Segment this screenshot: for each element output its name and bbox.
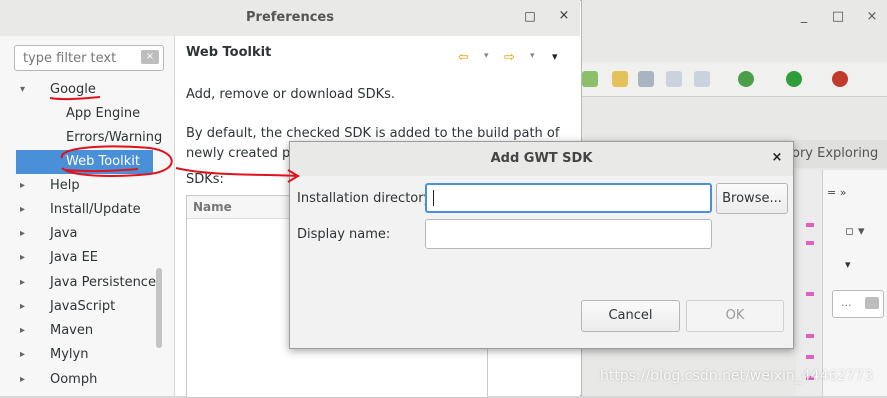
minimize-icon[interactable]: _ — [794, 9, 814, 24]
ok-button[interactable]: OK — [686, 300, 784, 332]
toolbar-pen-icon[interactable] — [612, 71, 628, 87]
installation-directory-label: Installation directory: — [297, 191, 435, 206]
tree-item-mylyn[interactable]: ▸ Mylyn — [0, 343, 155, 367]
tree-item-app-engine[interactable]: App Engine — [0, 102, 155, 126]
collapsed-arrow-icon[interactable]: ▸ — [20, 271, 32, 295]
gwt-dialog-title: Add GWT SDK — [490, 151, 593, 166]
page-title: Web Toolkit — [186, 45, 272, 60]
eclipse-titlebar: _ □ × — [580, 0, 887, 38]
tree-item-javascript[interactable]: ▸ JavaScript — [0, 295, 155, 319]
perspective-tab-label[interactable]: ory Exploring — [792, 146, 878, 161]
chevron-down-icon[interactable]: ▾ — [845, 258, 851, 271]
collapsed-arrow-icon[interactable]: ▸ — [20, 343, 32, 367]
back-dropdown-icon[interactable]: ▾ — [484, 51, 489, 61]
collapsed-arrow-icon[interactable]: ▸ — [20, 295, 32, 319]
tree-item-help[interactable]: ▸ Help — [0, 174, 155, 198]
collapsed-arrow-icon[interactable]: ▸ — [20, 319, 32, 343]
page-menu-icon[interactable]: ▾ — [552, 50, 558, 63]
ruler-marker — [806, 241, 814, 245]
toolbar-run-icon[interactable] — [786, 71, 802, 87]
ruler-marker — [806, 292, 814, 296]
expanded-arrow-icon[interactable]: ▾ — [20, 78, 32, 102]
toolbar-debug-icon[interactable] — [738, 71, 754, 87]
view-menu-icon[interactable]: = » — [827, 186, 846, 199]
sdks-label: SDKs: — [186, 172, 224, 187]
tree-scrollbar[interactable] — [156, 268, 162, 348]
maximize-icon[interactable]: □ — [522, 9, 538, 23]
column-header-name[interactable]: Name — [193, 200, 232, 214]
tree-item-java-persistence[interactable]: ▸ Java Persistence — [0, 271, 156, 295]
eclipse-overview-ruler — [796, 170, 822, 396]
forward-dropdown-icon[interactable]: ▾ — [530, 51, 535, 61]
clear-filter-icon[interactable]: × — [141, 50, 159, 64]
toolbar-view-icon[interactable] — [666, 71, 682, 87]
tree-item-errors-warning[interactable]: Errors/Warning — [0, 126, 162, 150]
display-name-field[interactable] — [425, 219, 712, 249]
collapsed-arrow-icon[interactable]: ▸ — [20, 174, 32, 198]
toolbar-paragraph-icon[interactable] — [694, 71, 710, 87]
browse-button[interactable]: Browse... — [716, 183, 788, 214]
tree-item-java-ee[interactable]: ▸ Java EE — [0, 246, 155, 270]
toolbar-link-icon[interactable] — [638, 71, 654, 87]
page-description: Add, remove or download SDKs. — [186, 87, 396, 102]
display-name-label: Display name: — [297, 227, 391, 242]
collapsed-arrow-icon[interactable]: ▸ — [20, 222, 32, 246]
toolbar-external-tools-icon[interactable] — [832, 71, 848, 87]
clear-icon[interactable] — [865, 297, 879, 309]
ruler-marker — [806, 334, 814, 338]
maximize-icon[interactable]: □ — [828, 9, 848, 24]
collapsed-arrow-icon[interactable]: ▸ — [20, 246, 32, 270]
eclipse-outline-pane: = » ▫ ▾ ▾ — [822, 170, 887, 396]
new-item-icon[interactable]: ▫ ▾ — [845, 224, 864, 239]
toolbar-refresh-icon[interactable] — [582, 71, 598, 87]
tree-item-web-toolkit[interactable]: Web Toolkit — [16, 150, 153, 174]
eclipse-toolbar — [580, 62, 887, 97]
close-icon[interactable]: × — [768, 150, 786, 165]
close-icon[interactable]: × — [556, 8, 572, 23]
ruler-marker — [806, 355, 814, 359]
forward-icon[interactable]: ⇨ — [504, 50, 515, 65]
ruler-marker — [806, 223, 814, 227]
tree-item-maven[interactable]: ▸ Maven — [0, 319, 155, 343]
tree-item-java[interactable]: ▸ Java — [0, 222, 155, 246]
close-icon[interactable]: × — [862, 9, 882, 24]
watermark: https://blog.csdn.net/weixin_44462773 — [600, 368, 874, 384]
outline-filter-input[interactable]: ... — [832, 290, 884, 318]
tree-item-install-update[interactable]: ▸ Install/Update — [0, 198, 155, 222]
preferences-title: Preferences — [246, 10, 334, 25]
tree-item-google[interactable]: ▾ Google — [0, 78, 155, 102]
tree-item-oomph[interactable]: ▸ Oomph — [0, 368, 155, 392]
collapsed-arrow-icon[interactable]: ▸ — [20, 198, 32, 222]
installation-directory-field[interactable] — [425, 183, 712, 213]
back-icon[interactable]: ⇦ — [458, 50, 469, 65]
text-caret — [433, 190, 434, 206]
collapsed-arrow-icon[interactable]: ▸ — [20, 368, 32, 392]
cancel-button[interactable]: Cancel — [581, 300, 680, 332]
